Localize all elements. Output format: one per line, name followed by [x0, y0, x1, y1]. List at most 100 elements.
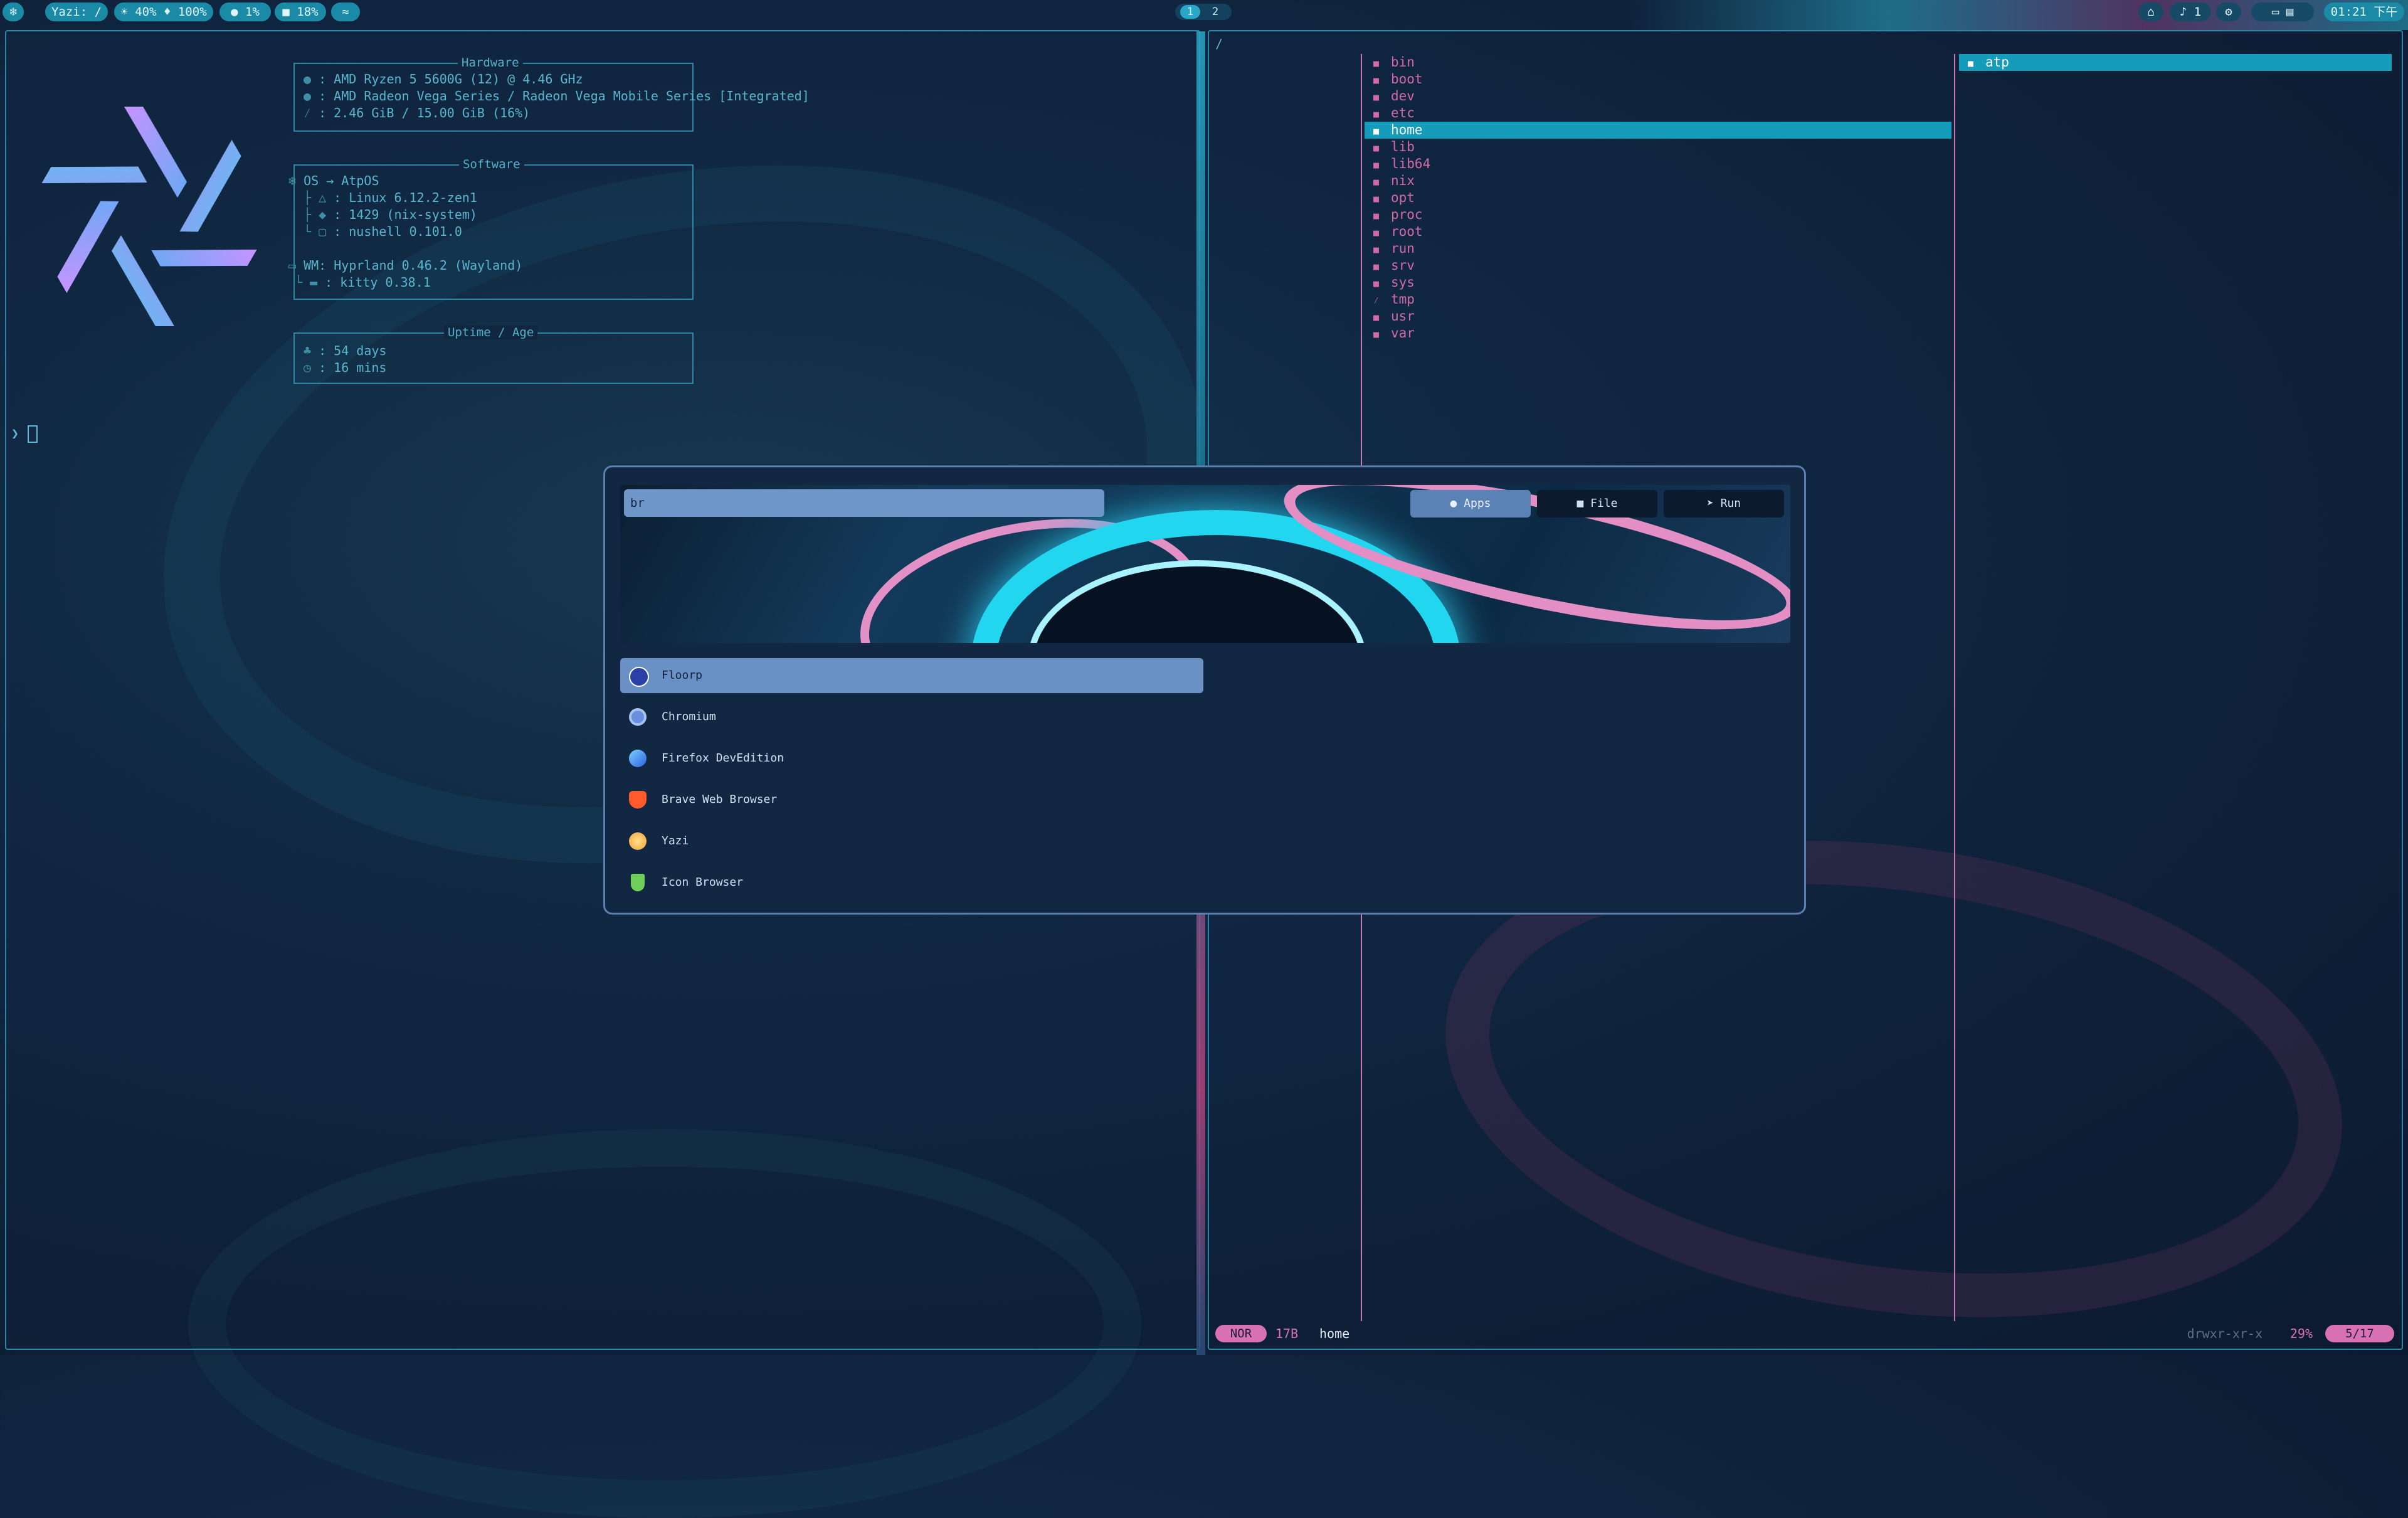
- file-name: var: [1391, 326, 1415, 341]
- folder-icon: ■: [1373, 312, 1380, 323]
- software-title: Software: [459, 157, 524, 171]
- file-name: srv: [1391, 258, 1415, 273]
- file-list-item[interactable]: ■ lib: [1365, 139, 1951, 156]
- file-icon: ■: [1576, 497, 1584, 510]
- folder-icon: ■: [1373, 75, 1380, 86]
- uptime-title: Uptime / Age: [444, 326, 538, 339]
- app-result-item[interactable]: Floorp: [620, 658, 1203, 693]
- file-name: usr: [1391, 309, 1415, 324]
- folder-icon: ■: [1373, 244, 1380, 255]
- app-result-item[interactable]: Yazi: [620, 824, 1203, 859]
- memory-line: ⁄ : 2.46 GiB / 15.00 GiB (16%): [304, 105, 530, 122]
- folder-icon: ■: [1968, 58, 1974, 69]
- file-list-item[interactable]: ■ root: [1365, 223, 1951, 240]
- file-name: lib: [1391, 139, 1415, 154]
- wm-icon: ▭: [288, 258, 297, 273]
- yazi-status-bar: NOR 17B home drwxr-xr-x 29% 5/17: [1215, 1324, 2394, 1344]
- workspace-1[interactable]: 1: [1180, 5, 1200, 19]
- tab-run[interactable]: ➤ Run: [1664, 490, 1784, 518]
- file-list-item[interactable]: ■ usr: [1365, 308, 1951, 325]
- cpu-line: ● : AMD Ryzen 5 5600G (12) @ 4.46 GHz: [304, 72, 583, 87]
- run-icon: ➤: [1706, 497, 1714, 510]
- tab-apps[interactable]: ● Apps: [1410, 490, 1531, 518]
- file-name: lib64: [1391, 156, 1431, 171]
- file-name: boot: [1391, 72, 1423, 87]
- file-list-item[interactable]: ■ sys: [1365, 274, 1951, 291]
- tab-run-label: Run: [1720, 497, 1741, 510]
- workspace-switcher: 1 2: [1175, 4, 1232, 20]
- app-result-item[interactable]: Chromium: [620, 699, 1203, 735]
- os-line: ❄ OS → AtpOS: [288, 173, 379, 188]
- extra-indicator[interactable]: ≈: [331, 3, 360, 21]
- bell-icon: ♪: [2179, 5, 2194, 19]
- file-list-item[interactable]: ⁄ tmp: [1365, 291, 1951, 308]
- settings-icon[interactable]: ⚙: [2216, 3, 2241, 21]
- tray-icons[interactable]: ▭ ▤: [2251, 3, 2314, 21]
- folder-icon: ■: [1373, 278, 1380, 289]
- apps-icon: ●: [1450, 497, 1457, 510]
- tmp-folder-icon: ⁄: [1373, 295, 1380, 306]
- package-icon: ├ ◆: [304, 207, 327, 222]
- tab-file[interactable]: ■ File: [1537, 490, 1657, 518]
- gpu-text: : AMD Radeon Vega Series / Radeon Vega M…: [319, 88, 810, 104]
- app-name: Yazi: [662, 834, 689, 847]
- app-results-list: Floorp Chromium Firefox DevEdition Brave…: [620, 658, 1203, 906]
- file-list-item[interactable]: ■ run: [1365, 240, 1951, 257]
- app-result-item[interactable]: Brave Web Browser: [620, 782, 1203, 817]
- file-list-item[interactable]: ■ dev: [1365, 88, 1951, 105]
- folder-icon: ■: [1373, 261, 1380, 272]
- file-list: ■ bin ■ boot ■ dev ■ etc ■ home ■ lib ■ lib64 ■ nix ■ opt…: [1365, 54, 1951, 342]
- tab-apps-label: Apps: [1464, 497, 1491, 510]
- terminal-icon: └ ▬: [295, 275, 318, 290]
- memory-icon: ■: [282, 5, 297, 19]
- shell-line: └ ▢ : nushell 0.101.0: [304, 224, 462, 239]
- yazi-icon: [629, 832, 647, 850]
- cpu-text: : AMD Ryzen 5 5600G (12) @ 4.46 GHz: [319, 72, 583, 87]
- age-text: : 54 days: [319, 343, 387, 358]
- file-list-item[interactable]: ■ opt: [1365, 189, 1951, 206]
- folder-icon: ■: [1373, 159, 1380, 171]
- floorp-icon: [629, 667, 649, 687]
- os-text: OS → AtpOS: [304, 173, 379, 188]
- file-list-item[interactable]: ■ bin: [1365, 54, 1951, 71]
- file-list-item[interactable]: ■ boot: [1365, 71, 1951, 88]
- shell-prompt[interactable]: ❯: [11, 425, 38, 443]
- app-name: Brave Web Browser: [662, 793, 778, 806]
- file-list-item[interactable]: ■ var: [1365, 325, 1951, 342]
- file-list-item[interactable]: ■ home: [1365, 122, 1951, 139]
- icon-browser-icon: [631, 874, 645, 891]
- preview-item[interactable]: ■ atp: [1959, 54, 2392, 71]
- network-icon[interactable]: ⌂: [2138, 3, 2163, 21]
- gpu-line: ● : AMD Radeon Vega Series / Radeon Vega…: [304, 88, 810, 104]
- app-result-item[interactable]: Firefox DevEdition: [620, 741, 1203, 776]
- memory-text: : 2.46 GiB / 15.00 GiB (16%): [319, 105, 531, 120]
- file-list-item[interactable]: ■ lib64: [1365, 156, 1951, 172]
- file-list-item[interactable]: ■ nix: [1365, 172, 1951, 189]
- hovered-name: home: [1319, 1326, 1350, 1341]
- file-name: run: [1391, 241, 1415, 256]
- file-list-item[interactable]: ■ srv: [1365, 257, 1951, 274]
- nixos-logo: [41, 107, 257, 326]
- wm-text: WM: Hyprland 0.46.2 (Wayland): [304, 258, 523, 273]
- notification-indicator[interactable]: ♪ 1: [2170, 3, 2211, 21]
- app-result-item[interactable]: Icon Browser: [620, 865, 1203, 900]
- cpu-icon: ●: [304, 72, 312, 87]
- workspace-2[interactable]: 2: [1205, 5, 1225, 19]
- firefox-devedition-icon: [629, 750, 647, 767]
- search-input[interactable]: br: [624, 489, 1104, 517]
- brightness-volume-indicator[interactable]: ☀ 40% ♦ 100%: [114, 3, 213, 21]
- app-name: Firefox DevEdition: [662, 751, 784, 765]
- file-list-item[interactable]: ■ proc: [1365, 206, 1951, 223]
- file-name: nix: [1391, 173, 1415, 188]
- nix-snowflake-icon[interactable]: ❄: [3, 3, 24, 21]
- folder-icon: ■: [1373, 193, 1380, 204]
- app-name: Floorp: [662, 669, 703, 682]
- file-name: tmp: [1391, 292, 1415, 307]
- file-list-item[interactable]: ■ etc: [1365, 105, 1951, 122]
- clock: 01:21 下午: [2324, 3, 2404, 21]
- age-icon: ♣: [304, 343, 312, 358]
- folder-icon: ■: [1373, 329, 1380, 340]
- age-line: ♣ : 54 days: [304, 343, 386, 358]
- memory-icon: ⁄: [304, 105, 312, 120]
- file-name: opt: [1391, 190, 1415, 205]
